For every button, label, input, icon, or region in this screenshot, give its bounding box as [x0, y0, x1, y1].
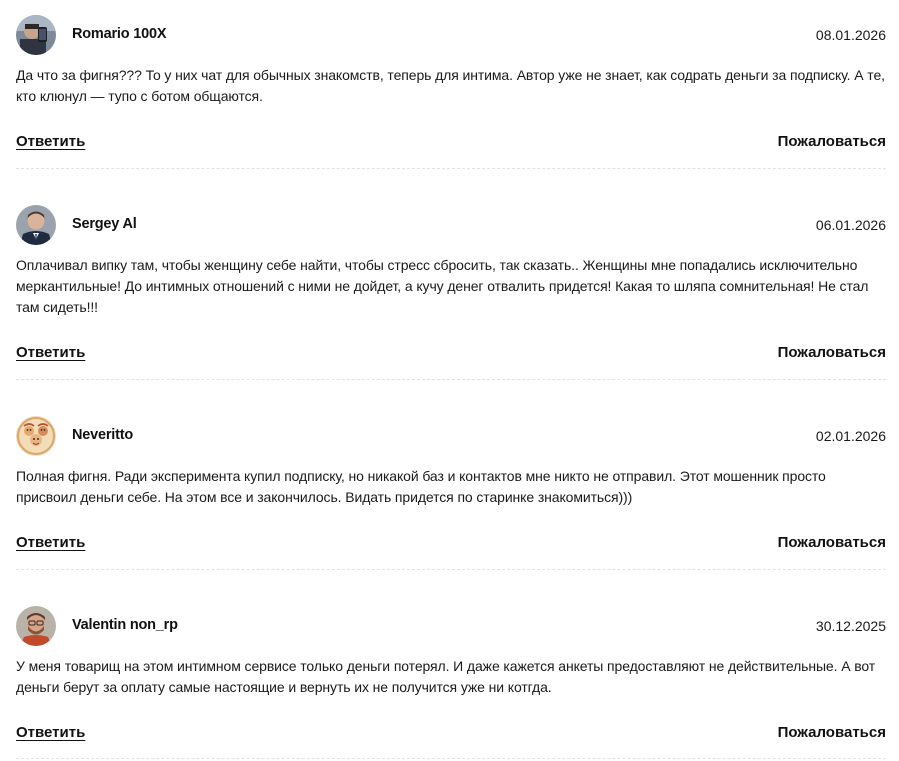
report-link[interactable]: Пожаловаться [778, 344, 886, 361]
comment-actions: Ответить Пожаловаться [16, 534, 886, 556]
comment-actions: Ответить Пожаловаться [16, 133, 886, 155]
comment-date: 08.01.2026 [815, 27, 886, 43]
user-photo-avatar-icon[interactable] [16, 205, 56, 245]
comment-header: Neveritto 02.01.2026 [16, 416, 886, 456]
comment-divider [16, 569, 886, 570]
comment-item: Romario 100X 08.01.2026 Да что за фигня?… [16, 15, 886, 107]
comment-divider [16, 168, 886, 169]
illustrated-avatar-icon[interactable] [16, 416, 56, 456]
comment-header: Romario 100X 08.01.2026 [16, 15, 886, 55]
comment-item: Neveritto 02.01.2026 Полная фигня. Ради … [16, 416, 886, 508]
comment-text: Полная фигня. Ради эксперимента купил по… [16, 468, 826, 505]
comment-author: Sergey Al [72, 216, 137, 232]
comment-date: 06.01.2026 [815, 217, 886, 233]
comment-author: Romario 100X [72, 26, 167, 42]
comment-header: Sergey Al 06.01.2026 [16, 205, 886, 245]
comment-text: У меня товарищ на этом интимном сервисе … [16, 658, 876, 695]
comment-author: Valentin non_rp [72, 617, 178, 633]
comment-actions: Ответить Пожаловаться [16, 344, 886, 366]
reply-link[interactable]: Ответить [16, 724, 85, 741]
reply-link[interactable]: Ответить [16, 344, 85, 361]
comment-divider [16, 379, 886, 380]
comment-author: Neveritto [72, 427, 134, 443]
user-photo-avatar-icon[interactable] [16, 606, 56, 646]
reply-link[interactable]: Ответить [16, 534, 85, 551]
reply-link[interactable]: Ответить [16, 133, 85, 150]
user-photo-avatar-icon[interactable] [16, 15, 56, 55]
comment-actions: Ответить Пожаловаться [16, 724, 886, 746]
comment-header: Valentin non_rp 30.12.2025 [16, 606, 886, 646]
report-link[interactable]: Пожаловаться [778, 534, 886, 551]
comment-date: 30.12.2025 [815, 618, 886, 634]
comment-item: Sergey Al 06.01.2026 Оплачивал випку там… [16, 205, 886, 318]
comment-date: 02.01.2026 [815, 428, 886, 444]
report-link[interactable]: Пожаловаться [778, 724, 886, 741]
comment-text: Оплачивал випку там, чтобы женщину себе … [16, 257, 869, 315]
comment-divider [16, 758, 886, 759]
comment-text: Да что за фигня??? То у них чат для обыч… [16, 67, 885, 104]
comment-item: Valentin non_rp 30.12.2025 У меня товари… [16, 606, 886, 698]
report-link[interactable]: Пожаловаться [778, 133, 886, 150]
